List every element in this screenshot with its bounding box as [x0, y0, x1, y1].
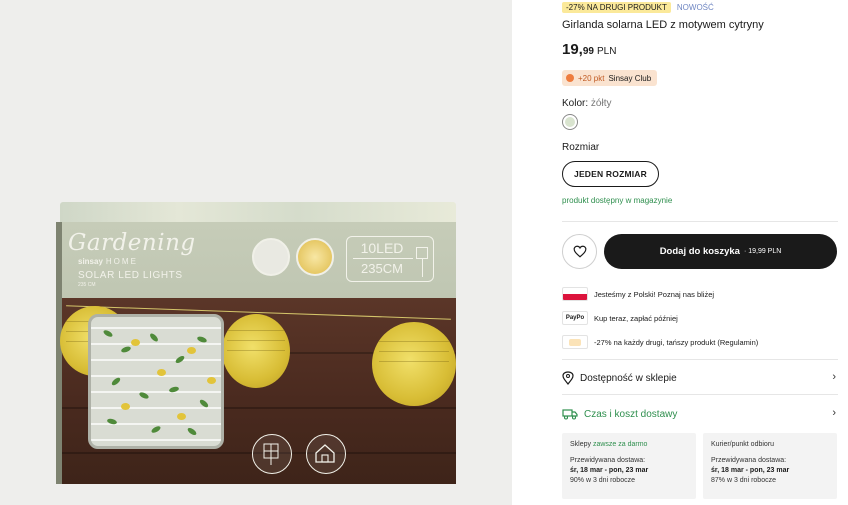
- chevron-right-icon: ›: [832, 407, 836, 419]
- product-image-gallery[interactable]: Gardening sinsay HOME SOLAR LED LIGHTS 23…: [0, 0, 512, 505]
- heart-icon: [573, 245, 586, 258]
- lemon-lantern: [372, 322, 456, 406]
- poland-flag-icon: [562, 287, 588, 301]
- promo-tag: -27% NA DRUGI PRODUKT: [562, 1, 671, 13]
- box-spec-label: 10LED 235CM: [346, 236, 434, 282]
- delivery-option-courier: Kurier/punkt odbioru Przewidywana dostaw…: [703, 433, 837, 499]
- warm-white-badge: [296, 238, 334, 276]
- box-brand: Gardening: [68, 230, 196, 256]
- wishlist-button[interactable]: [562, 234, 597, 269]
- chevron-right-icon: ›: [832, 371, 836, 383]
- house-icon: [306, 434, 346, 474]
- club-coin-icon: [566, 74, 574, 82]
- info-poland[interactable]: Jesteśmy z Polski! Poznaj nas bliżej: [562, 285, 714, 303]
- location-pin-icon: [562, 371, 574, 385]
- product-price: 19,99 PLN: [562, 41, 617, 58]
- new-tag: NOWOŚĆ: [676, 2, 714, 12]
- solar-panel-icon: [416, 247, 428, 259]
- box-length-small: 235 CM: [78, 282, 96, 288]
- product-box-image: Gardening sinsay HOME SOLAR LED LIGHTS 23…: [56, 202, 458, 486]
- product-tags: -27% NA DRUGI PRODUKT NOWOŚĆ: [562, 1, 714, 13]
- club-points-badge: +20 pkt Sinsay Club: [562, 70, 658, 86]
- solar-panel-icon: [252, 434, 292, 474]
- divider: [562, 221, 838, 222]
- info-paypo[interactable]: PayPo Kup teraz, zapłać później: [562, 309, 678, 327]
- box-sub-brand: sinsay HOME: [78, 257, 138, 266]
- divider: [562, 359, 838, 360]
- box-window-lantern: [88, 314, 224, 449]
- add-to-cart-button[interactable]: Dodaj do koszyka · 19,99 PLN: [604, 234, 837, 269]
- color-value: żółty: [590, 98, 612, 109]
- product-title: Girlanda solarna LED z motywem cytryny: [562, 19, 764, 31]
- color-label: Kolor: żółty: [562, 98, 612, 109]
- store-availability-link[interactable]: Dostępność w sklepie ›: [562, 369, 838, 387]
- truck-icon: [562, 409, 578, 420]
- cool-white-badge: [252, 238, 290, 276]
- info-promo[interactable]: -27% na każdy drugi, tańszy produkt (Reg…: [562, 333, 758, 351]
- color-swatch-yellow[interactable]: [562, 114, 578, 130]
- box-product-line: SOLAR LED LIGHTS: [78, 270, 183, 281]
- size-option-button[interactable]: JEDEN ROZMIAR: [562, 161, 659, 187]
- paypo-logo-icon: PayPo: [562, 311, 588, 325]
- availability-status: produkt dostępny w magazynie: [562, 196, 673, 205]
- promo-ticket-icon: [562, 335, 588, 349]
- lemon-lantern: [222, 314, 290, 388]
- divider: [562, 394, 838, 395]
- size-label: Rozmiar: [562, 142, 600, 153]
- delivery-option-stores: Sklepy zawsze za darmo Przewidywana dost…: [562, 433, 696, 499]
- delivery-info-link[interactable]: Czas i koszt dostawy ›: [562, 405, 838, 423]
